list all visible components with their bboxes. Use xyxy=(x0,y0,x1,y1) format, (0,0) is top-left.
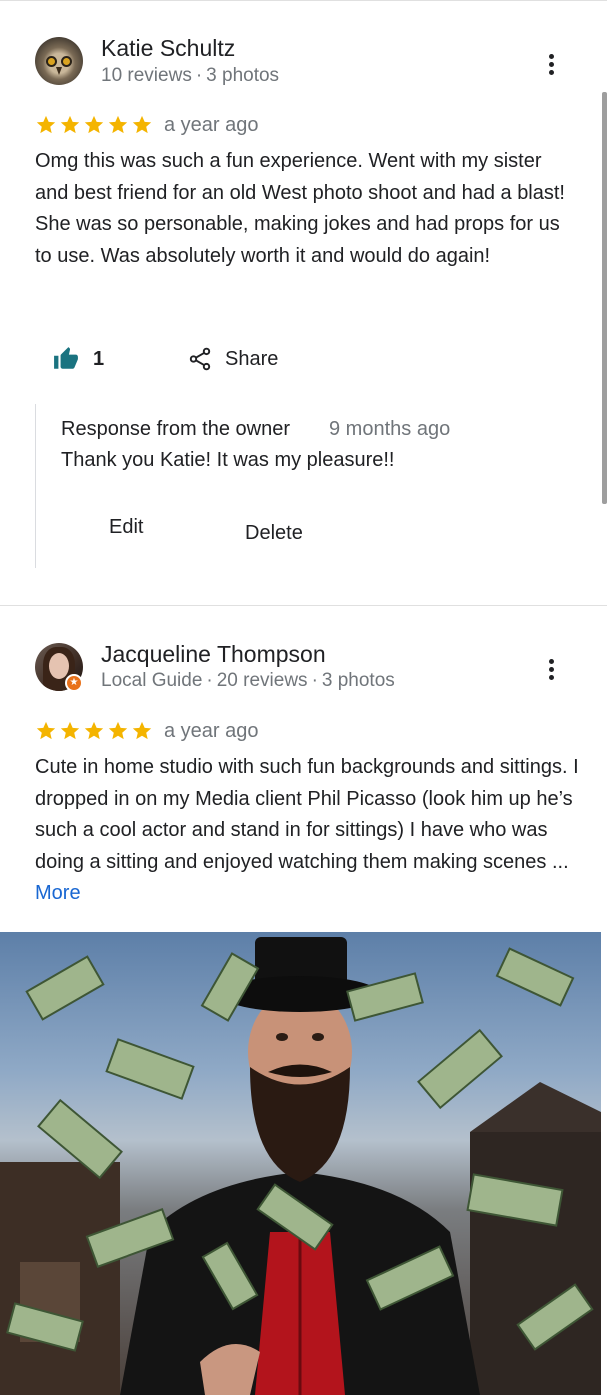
review-text-content: Cute in home studio with such fun backgr… xyxy=(35,756,579,873)
star-icon xyxy=(84,721,104,740)
share-button[interactable]: Share xyxy=(187,346,278,372)
owner-response-date: 9 months ago xyxy=(329,418,451,440)
like-button[interactable]: 1 xyxy=(53,346,104,372)
more-link[interactable]: More xyxy=(35,882,81,904)
local-guide-label: Local Guide xyxy=(101,670,203,691)
star-icon xyxy=(60,721,80,740)
share-label: Share xyxy=(225,347,279,370)
review-card: Katie Schultz 10 reviews · 3 photos a year… xyxy=(0,0,607,605)
star-icon xyxy=(36,721,56,740)
star-icon xyxy=(108,115,128,134)
edit-button[interactable]: Edit xyxy=(109,516,143,539)
reviews-count: 20 reviews xyxy=(216,670,308,691)
review-text: Omg this was such a fun experience. Went… xyxy=(35,150,565,267)
like-count: 1 xyxy=(93,347,105,370)
photos-count: 3 photos xyxy=(321,670,395,691)
owner-response-title: Response from the owner xyxy=(61,418,291,440)
review-photo[interactable] xyxy=(0,932,601,1395)
reviewer-meta: Local Guide · 20 reviews · 3 photos xyxy=(101,670,395,691)
local-guide-badge-icon: ★ xyxy=(65,674,83,692)
star-rating xyxy=(35,114,153,138)
more-options-icon[interactable] xyxy=(542,657,562,683)
man-top-hat-money-photo-icon xyxy=(0,937,601,1395)
photos-count: 3 photos xyxy=(206,65,280,86)
avatar[interactable] xyxy=(35,37,83,85)
reviews-count: 10 reviews xyxy=(101,65,192,86)
review-date: a year ago xyxy=(164,720,259,742)
delete-button[interactable]: Delete xyxy=(245,522,303,545)
star-icon xyxy=(60,115,80,134)
review-date: a year ago xyxy=(164,114,259,136)
star-icon xyxy=(108,721,128,740)
star-icon xyxy=(132,721,152,740)
reviewer-name[interactable]: Katie Schultz xyxy=(101,35,235,62)
share-icon xyxy=(189,347,211,371)
star-icon xyxy=(132,115,152,134)
more-options-icon[interactable] xyxy=(542,52,562,78)
owner-response: Response from the owner 9 months ago Tha… xyxy=(35,404,576,568)
thumbs-up-icon xyxy=(54,347,78,369)
owner-response-text: Thank you Katie! It was my pleasure!! xyxy=(61,449,395,471)
star-icon xyxy=(84,115,104,134)
review-text: Cute in home studio with such fun backgr… xyxy=(35,752,580,910)
star-icon xyxy=(36,115,56,134)
reviewer-name[interactable]: Jacqueline Thompson xyxy=(101,641,326,668)
reviewer-meta: 10 reviews · 3 photos xyxy=(101,65,280,86)
star-rating xyxy=(35,720,153,744)
